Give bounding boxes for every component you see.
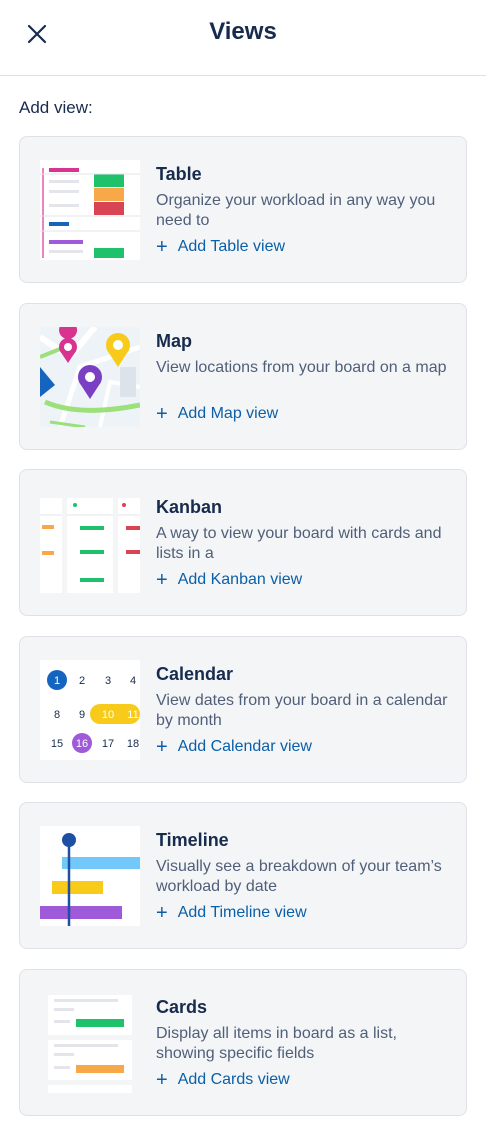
view-title: Kanban <box>156 497 223 517</box>
map-illustration-icon <box>40 327 140 427</box>
add-table-view-link[interactable]: + Add Table view <box>156 236 286 258</box>
view-title: Cards <box>156 997 208 1017</box>
add-view-label: Add Table view <box>177 238 286 255</box>
timeline-illustration-icon <box>40 826 140 926</box>
add-view-label: Add Calendar view <box>177 738 312 755</box>
add-cards-view-link[interactable]: + Add Cards view <box>156 1069 290 1091</box>
table-illustration-icon <box>40 160 140 260</box>
add-calendar-view-link[interactable]: + Add Calendar view <box>156 736 312 758</box>
calendar-day: 1 <box>54 675 60 687</box>
calendar-day: 3 <box>105 675 111 687</box>
page-title: Views <box>209 18 277 45</box>
add-view-label: Add Kanban view <box>177 571 303 588</box>
map-thumbnail <box>40 327 140 427</box>
calendar-illustration-icon: 1 2 3 4 8 9 10 11 15 16 17 18 <box>40 660 140 760</box>
calendar-day: 17 <box>102 738 114 750</box>
view-description: View dates from your board in a calendar… <box>156 692 448 729</box>
plus-icon: + <box>156 236 168 258</box>
add-view-label: Add Map view <box>177 405 279 422</box>
kanban-illustration-icon <box>40 493 140 593</box>
calendar-thumbnail: 1 2 3 4 8 9 10 11 15 16 17 18 <box>40 660 140 760</box>
view-description: View locations from your board on a map <box>156 359 447 376</box>
view-title: Timeline <box>156 830 229 850</box>
timeline-thumbnail <box>40 826 140 926</box>
plus-icon: + <box>156 569 168 591</box>
calendar-day: 8 <box>54 709 60 721</box>
calendar-day: 15 <box>51 738 63 750</box>
view-description: Visually see a breakdown of your team’s … <box>156 858 442 895</box>
calendar-day: 9 <box>79 709 85 721</box>
plus-icon: + <box>156 1069 168 1091</box>
view-card-cards[interactable]: Cards Display all items in board as a li… <box>19 969 467 1116</box>
calendar-day: 4 <box>130 675 136 687</box>
plus-icon: + <box>156 736 168 758</box>
view-description: A way to view your board with cards and … <box>156 525 442 562</box>
calendar-day: 10 <box>102 709 114 721</box>
add-view-label: Add Timeline view <box>177 904 307 921</box>
add-map-view-link[interactable]: + Add Map view <box>156 403 279 425</box>
view-card-kanban[interactable]: Kanban A way to view your board with car… <box>19 469 467 616</box>
plus-icon: + <box>156 902 168 924</box>
view-description: Display all items in board as a list, sh… <box>156 1025 397 1062</box>
calendar-day: 11 <box>127 709 138 721</box>
view-card-timeline[interactable]: Timeline Visually see a breakdown of you… <box>19 802 467 949</box>
view-card-calendar[interactable]: 1 2 3 4 8 9 10 11 15 16 17 18 Calendar V… <box>19 636 467 783</box>
view-description: Organize your workload in any way you ne… <box>156 192 436 229</box>
kanban-thumbnail <box>40 493 140 593</box>
view-title: Calendar <box>156 664 234 684</box>
add-view-label: Add Cards view <box>177 1071 290 1088</box>
calendar-day: 16 <box>76 738 88 750</box>
cards-thumbnail <box>40 993 140 1093</box>
plus-icon: + <box>156 403 168 425</box>
add-timeline-view-link[interactable]: + Add Timeline view <box>156 902 307 924</box>
calendar-day: 18 <box>127 738 139 750</box>
view-card-table[interactable]: Table Organize your workload in any way … <box>19 136 467 283</box>
view-title: Table <box>156 164 202 184</box>
section-label: Add view: <box>19 98 93 117</box>
view-card-map[interactable]: Map View locations from your board on a … <box>19 303 467 450</box>
table-thumbnail <box>40 160 140 260</box>
calendar-day: 2 <box>79 675 85 687</box>
view-title: Map <box>156 331 192 351</box>
cards-illustration-icon <box>40 993 140 1093</box>
add-kanban-view-link[interactable]: + Add Kanban view <box>156 569 303 591</box>
header: Views <box>0 0 486 76</box>
